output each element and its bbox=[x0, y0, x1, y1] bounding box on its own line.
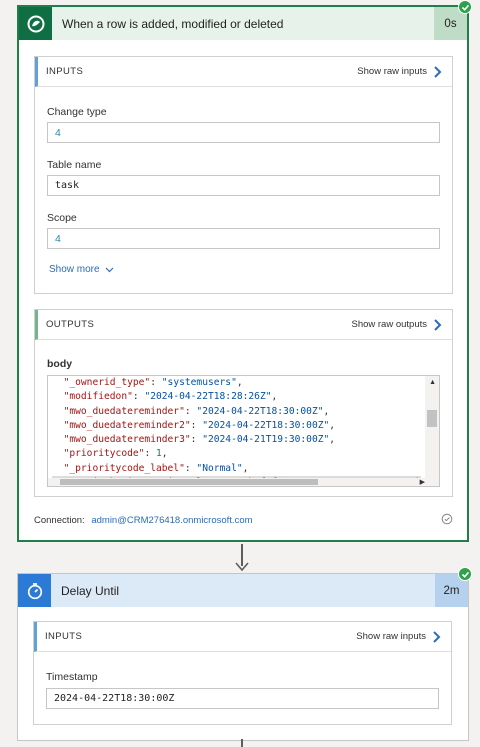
trigger-outputs-section: OUTPUTS Show raw outputs body "_ownerid_… bbox=[34, 309, 453, 497]
chevron-right-icon bbox=[434, 65, 442, 78]
table-name-label: Table name bbox=[47, 159, 102, 171]
arrow-down-icon bbox=[235, 562, 249, 572]
json-value: "2024-04-22T18:28:26Z" bbox=[144, 391, 272, 403]
trigger-success-icon bbox=[458, 0, 472, 14]
inputs-title: INPUTS bbox=[46, 66, 84, 77]
delay-inputs-header: INPUTS Show raw inputs bbox=[34, 622, 451, 652]
show-raw-outputs-button[interactable]: Show raw outputs bbox=[351, 318, 442, 331]
outputs-title: OUTPUTS bbox=[46, 319, 95, 330]
delay-inputs-title: INPUTS bbox=[45, 631, 83, 642]
json-line: "mwo_duedatereminder3": "2024-04-21T19:3… bbox=[63, 434, 336, 446]
show-more-link[interactable]: Show more bbox=[49, 264, 114, 275]
json-line: "_ownerid_type": "systemusers", bbox=[63, 377, 243, 388]
trigger-inputs-section: INPUTS Show raw inputs Change type 4 Tab… bbox=[34, 56, 453, 294]
json-key: "prioritycode" bbox=[63, 448, 145, 460]
json-lines: "_ownerid_type": "systemusers", "modifie… bbox=[52, 376, 433, 486]
inputs-header: INPUTS Show raw inputs bbox=[35, 57, 452, 87]
json-line: "mwo_duedatereminder2": "2024-04-22T18:3… bbox=[63, 419, 336, 431]
scroll-right-icon[interactable]: ▶ bbox=[420, 478, 425, 486]
timer-icon bbox=[18, 574, 51, 607]
trigger-title: When a row is added, modified or deleted bbox=[62, 16, 284, 31]
connection-info: Connection: admin@CRM276418.onmicrosoft.… bbox=[34, 515, 253, 526]
json-line: "prioritycode": 1, bbox=[63, 448, 168, 460]
show-raw-inputs-label: Show raw inputs bbox=[357, 66, 427, 77]
horizontal-scroll-thumb[interactable] bbox=[60, 479, 318, 485]
timestamp-label: Timestamp bbox=[46, 671, 98, 683]
trigger-card[interactable]: When a row is added, modified or deleted… bbox=[17, 5, 469, 542]
json-line: "mwo_duedatereminder": "2024-04-22T18:30… bbox=[63, 405, 330, 417]
timestamp-value: 2024-04-22T18:30:00Z bbox=[54, 693, 175, 704]
json-key: "mwo_duedatereminder3" bbox=[63, 434, 191, 446]
json-key: "_ownerid_type" bbox=[63, 377, 151, 388]
timestamp-field[interactable]: 2024-04-22T18:30:00Z bbox=[46, 688, 439, 709]
json-value: "2024-04-21T19:30:00Z" bbox=[202, 434, 330, 446]
scroll-thumb[interactable] bbox=[427, 410, 437, 427]
body-label: body bbox=[47, 358, 73, 370]
flow-connector-next bbox=[241, 739, 243, 747]
delay-title: Delay Until bbox=[61, 583, 120, 598]
json-key: "_prioritycode_label" bbox=[63, 462, 185, 474]
chevron-right-icon bbox=[434, 318, 442, 331]
change-type-label: Change type bbox=[47, 106, 107, 118]
delay-show-raw-inputs-button[interactable]: Show raw inputs bbox=[356, 630, 441, 643]
json-line: "modifiedon": "2024-04-22T18:28:26Z", bbox=[63, 391, 278, 403]
change-type-value: 4 bbox=[55, 126, 61, 139]
json-value: "2024-04-22T18:30:00Z" bbox=[202, 419, 330, 431]
body-json-viewer[interactable]: "_ownerid_type": "systemusers", "modifie… bbox=[47, 375, 440, 487]
table-name-value: task bbox=[55, 180, 80, 191]
scope-label: Scope bbox=[47, 212, 77, 224]
connection-link[interactable]: admin@CRM276418.onmicrosoft.com bbox=[91, 515, 252, 526]
scope-field[interactable]: 4 bbox=[47, 228, 440, 249]
show-raw-outputs-label: Show raw outputs bbox=[351, 319, 427, 330]
delay-card[interactable]: Delay Until 2m INPUTS Show raw inputs Ti… bbox=[17, 573, 469, 741]
scope-value: 4 bbox=[55, 232, 61, 245]
json-line: "_prioritycode_label": "Normal", bbox=[63, 462, 249, 474]
horizontal-scrollbar[interactable] bbox=[48, 478, 426, 486]
change-type-field[interactable]: 4 bbox=[47, 122, 440, 143]
trigger-header[interactable]: When a row is added, modified or deleted… bbox=[19, 7, 467, 40]
delay-show-raw-inputs-label: Show raw inputs bbox=[356, 631, 426, 642]
chevron-down-icon bbox=[105, 267, 114, 272]
dataverse-icon bbox=[19, 7, 52, 40]
scroll-up-icon[interactable]: ▲ bbox=[429, 379, 436, 386]
json-key: "modifiedon" bbox=[63, 391, 133, 403]
show-raw-inputs-button[interactable]: Show raw inputs bbox=[357, 65, 442, 78]
chevron-right-icon bbox=[433, 630, 441, 643]
delay-inputs-section: INPUTS Show raw inputs Timestamp 2024-04… bbox=[33, 621, 452, 725]
json-value: "systemusers" bbox=[161, 377, 237, 388]
outputs-header: OUTPUTS Show raw outputs bbox=[35, 310, 452, 340]
vertical-scrollbar[interactable]: ▲ bbox=[425, 376, 439, 486]
connection-label: Connection: bbox=[34, 515, 85, 526]
json-value: "2024-04-22T18:30:00Z" bbox=[196, 405, 324, 417]
json-value: 1 bbox=[156, 448, 162, 460]
delay-header[interactable]: Delay Until 2m bbox=[18, 574, 468, 607]
connection-status-icon bbox=[441, 513, 453, 525]
json-value: "Normal" bbox=[196, 462, 243, 474]
json-key: "mwo_duedatereminder2" bbox=[63, 419, 191, 431]
json-key: "mwo_duedatereminder" bbox=[63, 405, 185, 417]
delay-success-icon bbox=[458, 567, 472, 581]
table-name-field[interactable]: task bbox=[47, 175, 440, 196]
show-more-label: Show more bbox=[49, 264, 100, 275]
